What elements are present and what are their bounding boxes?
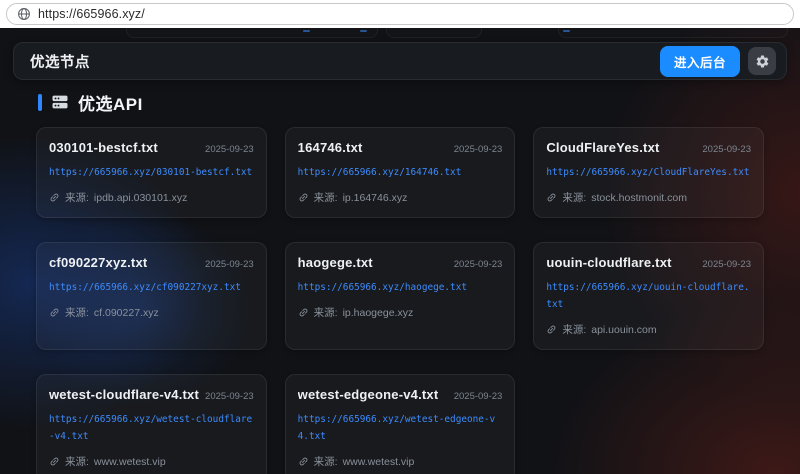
- source-row: 来源: www.wetest.vip: [298, 454, 503, 469]
- api-file-card: wetest-edgeone-v4.txt 2025-09-23 https:/…: [285, 374, 516, 474]
- card-header: uouin-cloudflare.txt 2025-09-23: [546, 255, 751, 270]
- source-label: 来源:: [314, 454, 338, 469]
- source-row: 来源: ip.164746.xyz: [298, 190, 503, 205]
- link-chain-icon: [295, 454, 311, 470]
- api-cards-grid: 030101-bestcf.txt 2025-09-23 https://665…: [36, 127, 764, 474]
- card-header: haogege.txt 2025-09-23: [298, 255, 503, 270]
- cutoff-text-speck: [303, 30, 310, 32]
- file-url-link[interactable]: https://665966.xyz/cf090227xyz.txt: [49, 279, 254, 296]
- cutoff-card-stub: [386, 28, 482, 38]
- card-header: CloudFlareYes.txt 2025-09-23: [546, 140, 751, 155]
- api-file-card: CloudFlareYes.txt 2025-09-23 https://665…: [533, 127, 764, 218]
- file-date: 2025-09-23: [205, 259, 254, 270]
- source-row: 来源: ipdb.api.030101.xyz: [49, 190, 254, 205]
- file-url-link[interactable]: https://665966.xyz/uouin-cloudflare.txt: [546, 279, 751, 313]
- source-row: 来源: ip.haogege.xyz: [298, 305, 503, 320]
- gear-icon: [755, 54, 770, 69]
- file-name: cf090227xyz.txt: [49, 255, 147, 270]
- site-title: 优选节点: [30, 51, 90, 72]
- source-domain: ip.164746.xyz: [343, 192, 408, 204]
- cutoff-text-speck: [563, 30, 570, 32]
- file-date: 2025-09-23: [454, 144, 503, 155]
- source-domain: www.wetest.vip: [94, 456, 166, 468]
- api-file-card: haogege.txt 2025-09-23 https://665966.xy…: [285, 242, 516, 350]
- file-name: CloudFlareYes.txt: [546, 140, 659, 155]
- source-domain: api.uouin.com: [591, 324, 656, 336]
- source-label: 来源:: [562, 322, 586, 337]
- api-file-card: 164746.txt 2025-09-23 https://665966.xyz…: [285, 127, 516, 218]
- source-row: 来源: api.uouin.com: [546, 322, 751, 337]
- accent-bar: [38, 94, 42, 111]
- browser-toolbar: https://665966.xyz/: [0, 0, 800, 28]
- file-url-link[interactable]: https://665966.xyz/wetest-edgeone-v4.txt: [298, 411, 503, 445]
- source-domain: ip.haogege.xyz: [343, 307, 414, 319]
- page-background: 优选节点 进入后台 优选API: [0, 28, 800, 474]
- link-chain-icon: [47, 190, 63, 206]
- source-label: 来源:: [314, 305, 338, 320]
- enter-admin-button[interactable]: 进入后台: [660, 46, 740, 77]
- file-url-link[interactable]: https://665966.xyz/030101-bestcf.txt: [49, 164, 254, 181]
- link-chain-icon: [47, 305, 63, 321]
- file-name: wetest-edgeone-v4.txt: [298, 387, 439, 402]
- api-file-card: cf090227xyz.txt 2025-09-23 https://66596…: [36, 242, 267, 350]
- file-url-link[interactable]: https://665966.xyz/CloudFlareYes.txt: [546, 164, 751, 181]
- link-chain-icon: [295, 305, 311, 321]
- scrolled-content-remnant: [0, 28, 800, 40]
- file-name: 030101-bestcf.txt: [49, 140, 158, 155]
- url-text[interactable]: https://665966.xyz/: [38, 7, 145, 21]
- file-date: 2025-09-23: [205, 391, 254, 402]
- api-file-card: uouin-cloudflare.txt 2025-09-23 https://…: [533, 242, 764, 350]
- source-label: 来源:: [65, 305, 89, 320]
- api-file-card: 030101-bestcf.txt 2025-09-23 https://665…: [36, 127, 267, 218]
- card-header: wetest-edgeone-v4.txt 2025-09-23: [298, 387, 503, 402]
- section-title: 优选API: [78, 90, 143, 115]
- link-chain-icon: [544, 190, 560, 206]
- site-info-icon[interactable]: [17, 7, 31, 21]
- file-name: uouin-cloudflare.txt: [546, 255, 671, 270]
- cutoff-card-stub: [558, 28, 788, 38]
- source-domain: ipdb.api.030101.xyz: [94, 192, 187, 204]
- cutoff-card-stub: [126, 28, 378, 38]
- api-file-card: wetest-cloudflare-v4.txt 2025-09-23 http…: [36, 374, 267, 474]
- file-date: 2025-09-23: [454, 259, 503, 270]
- source-row: 来源: stock.hostmonit.com: [546, 190, 751, 205]
- source-label: 来源:: [314, 190, 338, 205]
- file-name: 164746.txt: [298, 140, 363, 155]
- source-domain: stock.hostmonit.com: [591, 192, 687, 204]
- link-chain-icon: [295, 190, 311, 206]
- server-stack-icon: [50, 93, 70, 111]
- source-domain: www.wetest.vip: [343, 456, 415, 468]
- source-label: 来源:: [562, 190, 586, 205]
- source-label: 来源:: [65, 190, 89, 205]
- source-domain: cf.090227.xyz: [94, 307, 159, 319]
- source-row: 来源: cf.090227.xyz: [49, 305, 254, 320]
- cutoff-text-speck: [360, 30, 367, 32]
- file-url-link[interactable]: https://665966.xyz/haogege.txt: [298, 279, 503, 296]
- header-actions: 进入后台: [660, 46, 776, 77]
- file-date: 2025-09-23: [205, 144, 254, 155]
- section-heading: 优选API: [38, 90, 762, 114]
- card-header: 164746.txt 2025-09-23: [298, 140, 503, 155]
- url-bar[interactable]: https://665966.xyz/: [6, 3, 794, 25]
- link-chain-icon: [544, 322, 560, 338]
- card-header: wetest-cloudflare-v4.txt 2025-09-23: [49, 387, 254, 402]
- source-label: 来源:: [65, 454, 89, 469]
- card-header: 030101-bestcf.txt 2025-09-23: [49, 140, 254, 155]
- file-name: haogege.txt: [298, 255, 373, 270]
- link-chain-icon: [47, 454, 63, 470]
- page-header: 优选节点 进入后台: [13, 42, 787, 80]
- file-url-link[interactable]: https://665966.xyz/wetest-cloudflare-v4.…: [49, 411, 254, 445]
- file-date: 2025-09-23: [702, 144, 751, 155]
- card-header: cf090227xyz.txt 2025-09-23: [49, 255, 254, 270]
- settings-button[interactable]: [748, 47, 776, 75]
- file-url-link[interactable]: https://665966.xyz/164746.txt: [298, 164, 503, 181]
- file-date: 2025-09-23: [702, 259, 751, 270]
- source-row: 来源: www.wetest.vip: [49, 454, 254, 469]
- file-name: wetest-cloudflare-v4.txt: [49, 387, 199, 402]
- file-date: 2025-09-23: [454, 391, 503, 402]
